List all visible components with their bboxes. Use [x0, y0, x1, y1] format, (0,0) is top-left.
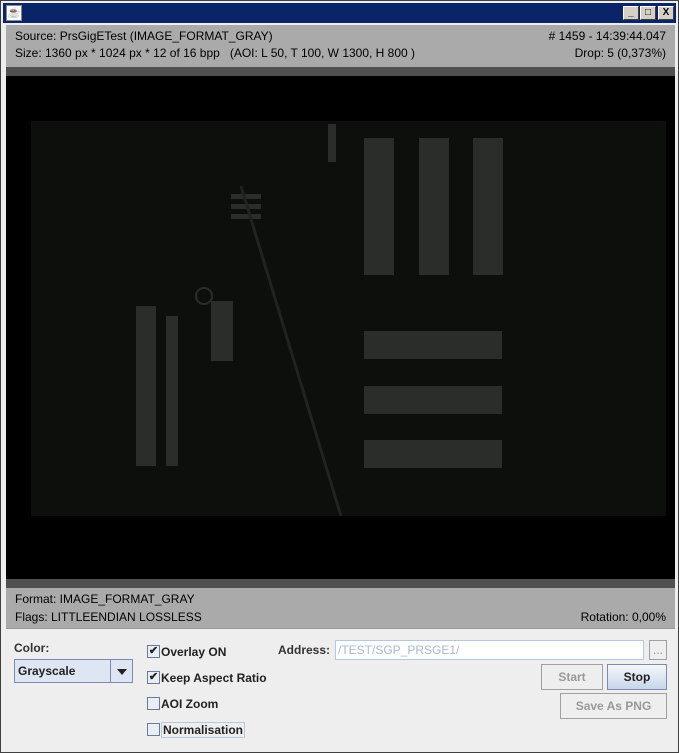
normalisation-label[interactable]: Normalisation — [161, 722, 246, 738]
maximize-button[interactable]: □ — [640, 6, 656, 20]
camera-image-content — [31, 121, 666, 517]
close-button[interactable]: X — [658, 6, 674, 20]
overlay-label[interactable]: Overlay ON — [161, 645, 226, 659]
keep-aspect-checkbox[interactable]: ✔ — [147, 671, 160, 684]
chevron-down-icon[interactable] — [110, 660, 132, 682]
size-text: Size: 1360 px * 1024 px * 12 of 16 bpp (… — [15, 46, 416, 60]
normalisation-checkbox[interactable] — [147, 723, 160, 736]
format-text: Format: IMAGE_FORMAT_GRAY — [15, 592, 195, 606]
address-label: Address: — [278, 643, 331, 657]
image-viewport[interactable] — [6, 67, 675, 588]
aoi-zoom-checkbox[interactable] — [147, 697, 160, 710]
rotation-text: Rotation: 0,00% — [580, 610, 666, 624]
flags-text: Flags: LITTLEENDIAN LOSSLESS — [15, 610, 202, 624]
stop-button[interactable]: Stop — [607, 664, 667, 690]
status-panel: Format: IMAGE_FORMAT_GRAY Flags: LITTLEE… — [6, 588, 675, 628]
start-button[interactable]: Start — [541, 664, 603, 690]
frame-text: # 1459 - 14:39:44.047 — [548, 29, 666, 43]
save-png-button[interactable]: Save As PNG — [560, 693, 667, 719]
overlay-checkbox[interactable]: ✔ — [147, 645, 160, 658]
app-window: ☕ _ □ X Source: PrsGigETest (IMAGE_FORMA… — [0, 0, 679, 753]
minimize-button[interactable]: _ — [623, 6, 639, 20]
browse-button[interactable]: ... — [649, 640, 667, 660]
java-icon: ☕ — [6, 5, 22, 21]
drop-text: Drop: 5 (0,373%) — [574, 46, 666, 60]
color-label: Color: — [14, 641, 50, 655]
aoi-zoom-label[interactable]: AOI Zoom — [161, 697, 218, 711]
control-panel: Color: Grayscale ✔ Overlay ON ✔ Keep Asp… — [6, 628, 675, 749]
color-select[interactable]: Grayscale — [14, 659, 133, 683]
title-bar[interactable]: ☕ _ □ X — [3, 3, 676, 23]
color-value: Grayscale — [18, 664, 76, 678]
source-text: Source: PrsGigETest (IMAGE_FORMAT_GRAY) — [15, 29, 273, 43]
info-panel: Source: PrsGigETest (IMAGE_FORMAT_GRAY) … — [6, 25, 675, 67]
keep-aspect-label[interactable]: Keep Aspect Ratio — [161, 671, 267, 685]
camera-image — [6, 76, 675, 579]
address-input[interactable]: /TEST/SGP_PRSGE1/ — [335, 640, 644, 660]
